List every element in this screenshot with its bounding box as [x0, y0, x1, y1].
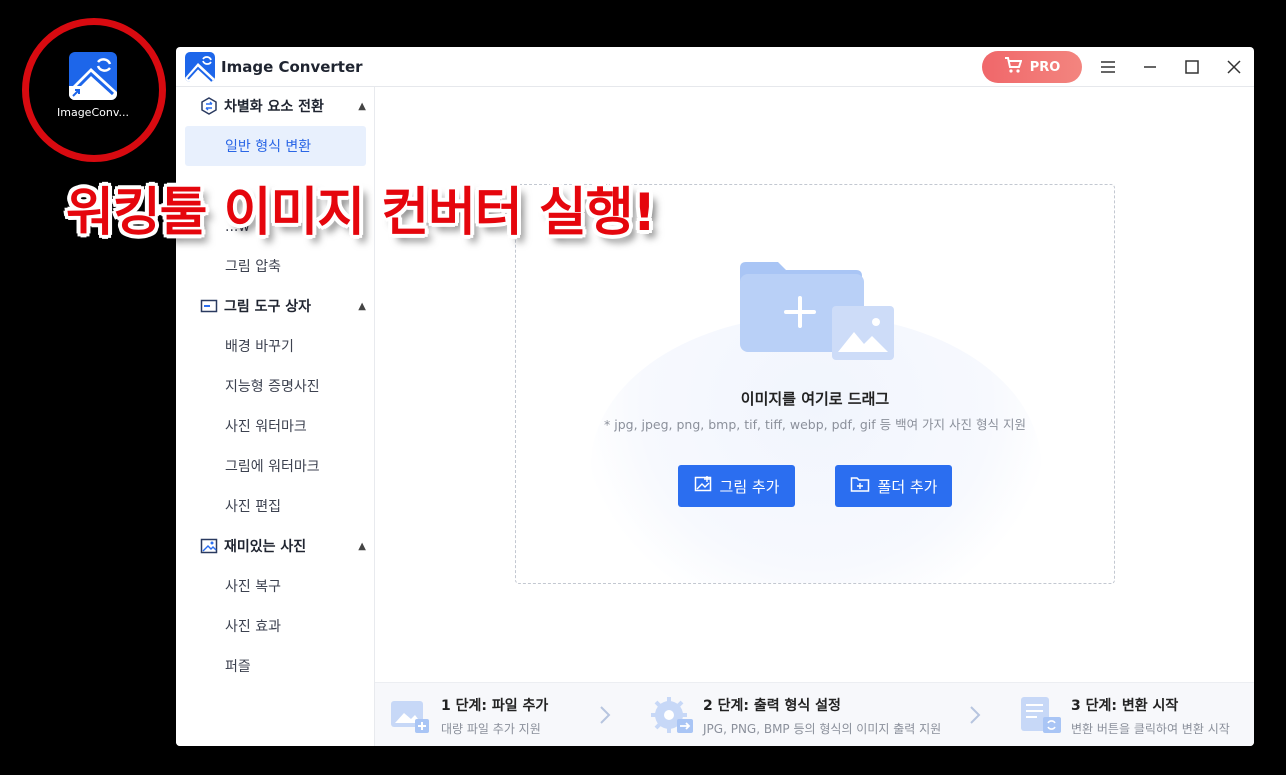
section-label: 그림 도구 상자 [224, 299, 312, 315]
add-folder-label: 폴더 추가 [877, 477, 938, 496]
step-desc: 변환 버튼을 클릭하여 변환 시작 [1071, 722, 1230, 736]
sidebar-item-label: 그림 압축 [225, 259, 281, 275]
step-title: 2 단계: 출력 형식 설정 [703, 698, 841, 714]
sidebar-item-image-compress[interactable]: 그림 압축 [185, 246, 366, 286]
sidebar-item-photo-watermark[interactable]: 사진 워터마크 [185, 406, 366, 446]
sidebar-item-photo-effects[interactable]: 사진 효과 [185, 606, 366, 646]
chevron-up-icon: ▲ [358, 100, 366, 112]
step-3: 3 단계: 변환 시작 변환 버튼을 클릭하여 변환 시작 [1019, 683, 1254, 746]
sidebar-item-label: 사진 편집 [225, 499, 281, 515]
add-image-label: 그림 추가 [719, 477, 780, 496]
chevron-up-icon: ▲ [358, 540, 366, 552]
sidebar-item-photo-restore[interactable]: 사진 복구 [185, 566, 366, 606]
step-convert-icon [1019, 695, 1063, 739]
section-label: 차별화 요소 전환 [224, 99, 324, 115]
sidebar-item-background-change[interactable]: 배경 바꾸기 [185, 326, 366, 366]
pro-label: PRO [1029, 59, 1061, 75]
section-header-toolbox[interactable]: 그림 도구 상자 ▲ [200, 296, 366, 316]
menu-icon[interactable] [1096, 55, 1120, 79]
cart-icon [1004, 57, 1023, 77]
step-title: 1 단계: 파일 추가 [441, 698, 549, 714]
sidebar-item-label: 지능형 증명사진 [225, 379, 320, 395]
add-image-button[interactable]: 그림 추가 [678, 465, 795, 507]
sidebar-item-label: 사진 워터마크 [225, 419, 307, 435]
section-label: 재미있는 사진 [224, 539, 307, 555]
desktop-icon-label: ImageConv... [57, 106, 129, 119]
desktop-shortcut-image-converter[interactable]: ImageConv... [55, 52, 131, 119]
step-desc: 대량 파일 추가 지원 [441, 722, 541, 736]
step-1: 1 단계: 파일 추가 대량 파일 추가 지원 [389, 683, 629, 746]
app-window: Image Converter PRO 차별화 요소 전환 ▲ 일반 형식 변환… [176, 47, 1254, 746]
sidebar-item-photo-edit[interactable]: 사진 편집 [185, 486, 366, 526]
folder-image-icon [738, 260, 898, 369]
sidebar-item-label: 그림에 워터마크 [225, 459, 320, 475]
section-header-conversion[interactable]: 차별화 요소 전환 ▲ [200, 96, 366, 116]
app-title: Image Converter [221, 57, 363, 76]
toolbox-icon [200, 297, 218, 315]
app-logo-icon [185, 51, 215, 82]
add-folder-button[interactable]: 폴더 추가 [835, 465, 952, 507]
close-icon[interactable] [1222, 55, 1246, 79]
drop-zone-subtitle: * jpg, jpeg, png, bmp, tif, tiff, webp, … [604, 417, 1026, 432]
sidebar-item-general-conversion[interactable]: 일반 형식 변환 [185, 126, 366, 166]
add-folder-icon [850, 475, 870, 497]
overlay-caption: 워킹툴 이미지 컨버터 실행! [66, 183, 656, 243]
step-desc: JPG, PNG, BMP 등의 형식의 이미지 출력 지원 [703, 722, 942, 736]
steps-footer: 1 단계: 파일 추가 대량 파일 추가 지원 2 단계: 출력 형식 설정 J… [375, 682, 1254, 746]
app-icon [69, 52, 117, 100]
sidebar-item-puzzle[interactable]: 퍼즐 [185, 646, 366, 686]
fun-photo-icon [200, 537, 218, 555]
step-add-file-icon [389, 697, 431, 739]
chevron-up-icon: ▲ [358, 300, 366, 312]
sidebar-item-label: 퍼즐 [225, 659, 251, 675]
sidebar-item-label: 일반 형식 변환 [225, 139, 312, 155]
drop-zone-title: 이미지를 여기로 드래그 [740, 390, 890, 408]
title-bar: Image Converter PRO [176, 47, 1254, 87]
add-image-icon [694, 475, 712, 497]
section-header-fun-photos[interactable]: 재미있는 사진 ▲ [200, 536, 366, 556]
sidebar-item-label: 배경 바꾸기 [225, 339, 294, 355]
sidebar-item-label: 사진 효과 [225, 619, 281, 635]
sidebar-item-image-watermark[interactable]: 그림에 워터마크 [185, 446, 366, 486]
chevron-right-icon [599, 705, 611, 730]
convert-icon [200, 97, 218, 115]
minimize-icon[interactable] [1138, 55, 1162, 79]
step-2: 2 단계: 출력 형식 설정 JPG, PNG, BMP 등의 형식의 이미지 … [651, 683, 981, 746]
sidebar-item-id-photo[interactable]: 지능형 증명사진 [185, 366, 366, 406]
pro-upgrade-button[interactable]: PRO [982, 51, 1082, 83]
step-settings-icon [651, 695, 695, 739]
maximize-icon[interactable] [1180, 55, 1204, 79]
step-title: 3 단계: 변환 시작 [1071, 698, 1179, 714]
sidebar-item-label: 사진 복구 [225, 579, 281, 595]
chevron-right-icon [969, 705, 981, 730]
